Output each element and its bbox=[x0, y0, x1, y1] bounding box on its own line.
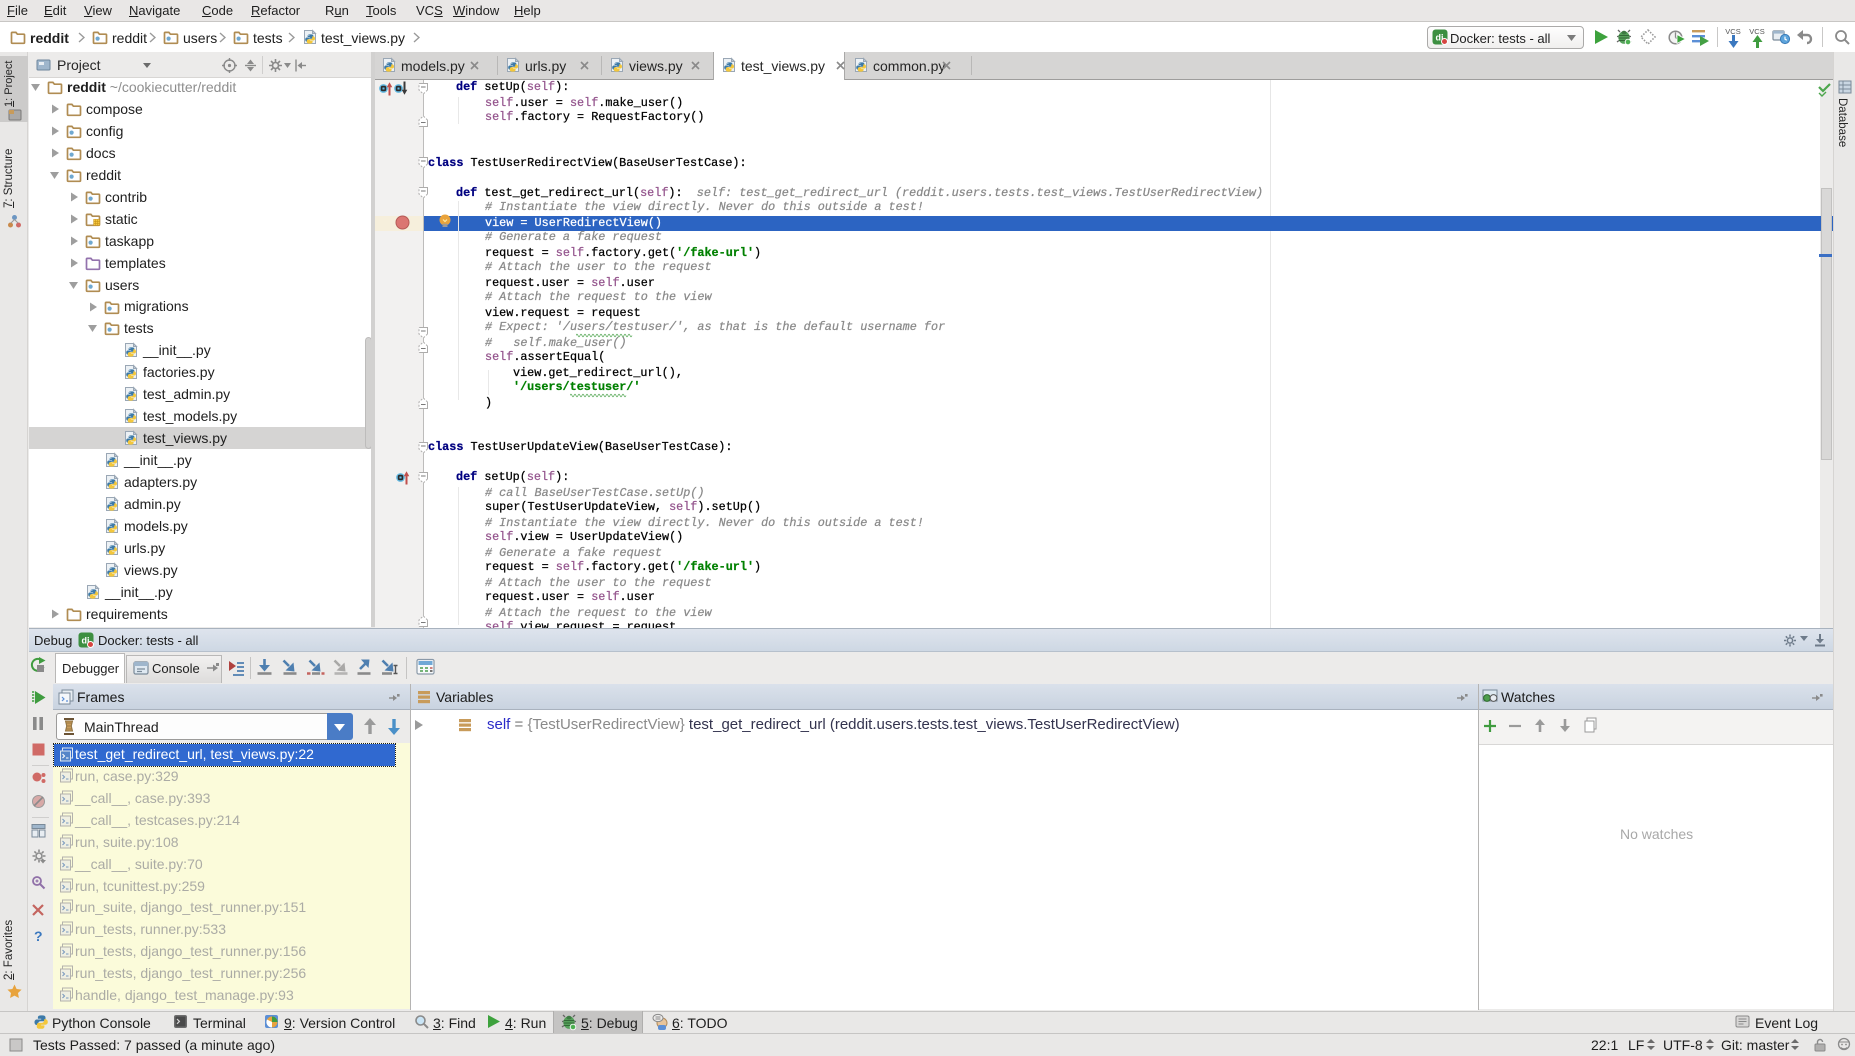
svg-text:VCS: VCS bbox=[1749, 27, 1764, 36]
svg-text:VCS: VCS bbox=[1725, 27, 1740, 36]
